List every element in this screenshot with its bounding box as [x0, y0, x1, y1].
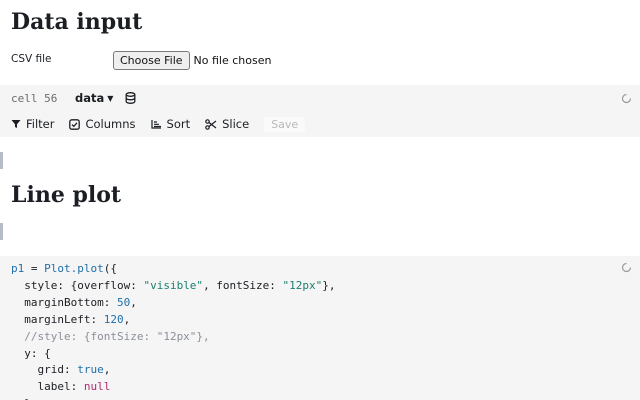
slice-button[interactable]: Slice: [205, 117, 249, 131]
code-line: style: {overflow: "visible", fontSize: "…: [11, 278, 336, 292]
code-line: y: {: [11, 347, 51, 360]
filter-button[interactable]: Filter: [11, 117, 54, 131]
caret-down-icon: ▼: [107, 93, 114, 103]
data-source-label: data: [75, 91, 105, 105]
cell-gutter-marker[interactable]: [0, 152, 3, 169]
database-icon[interactable]: [125, 92, 136, 104]
sort-label: Sort: [166, 117, 191, 131]
code-line: grid: true,: [11, 363, 110, 376]
slice-label: Slice: [222, 117, 250, 131]
code-line-6: y: {: [11, 346, 51, 360]
columns-label: Columns: [85, 117, 136, 131]
cell-gutter-marker[interactable]: [0, 223, 3, 240]
data-source-dropdown[interactable]: data ▼: [75, 91, 113, 105]
rerun-spinner-icon[interactable]: [621, 93, 632, 104]
csv-file-label: CSV file: [11, 52, 52, 65]
code-line-2: style: {overflow: "visible", fontSize: "…: [11, 278, 336, 292]
code-line-8: label: null: [11, 380, 111, 394]
code-line-1: p1 = Plot.plot({: [11, 262, 117, 275]
scissors-icon: [205, 118, 217, 130]
code-line-5: //style: {fontSize: "12px"},: [11, 329, 210, 343]
sort-icon: [150, 120, 161, 129]
data-table-cell: cell 56 data ▼ Filter Columns Sort Slice…: [0, 85, 640, 137]
filter-icon: [11, 120, 21, 128]
section-title-line-plot: Line plot: [11, 182, 122, 208]
checkbox-icon: [69, 118, 81, 130]
cell-header: cell 56 data ▼: [11, 90, 136, 106]
table-toolbar: Filter Columns Sort Slice Save: [11, 115, 306, 133]
code-line-3: marginBottom: 50,: [11, 295, 137, 309]
file-status-text: No file chosen: [193, 53, 272, 67]
code-line: //style: {fontSize: "12px"},: [11, 329, 210, 343]
sort-button[interactable]: Sort: [150, 117, 191, 131]
rerun-spinner-icon[interactable]: [621, 262, 632, 273]
code-line: marginLeft: 120,: [11, 313, 130, 326]
section-title-data-input: Data input: [11, 9, 143, 35]
code-line: label: null: [11, 380, 110, 393]
columns-button[interactable]: Columns: [69, 117, 136, 131]
cell-id-label: cell 56: [11, 91, 58, 105]
code-editor-cell[interactable]: p1 = Plot.plot({ style: {overflow: "visi…: [0, 256, 640, 400]
choose-file-button[interactable]: Choose File: [113, 50, 190, 70]
filter-label: Filter: [26, 117, 55, 131]
code-line: p1 = Plot.plot({: [11, 262, 117, 275]
csv-file-input-row: CSV file Choose File No file chosen: [11, 50, 271, 70]
save-button[interactable]: Save: [264, 116, 306, 132]
code-line: marginBottom: 50,: [11, 296, 137, 309]
notebook-page: Data input CSV file Choose File No file …: [0, 0, 640, 400]
code-line-4: marginLeft: 120,: [11, 312, 131, 326]
code-line-7: grid: true,: [11, 363, 111, 377]
code-block[interactable]: p1 = Plot.plot({ style: {overflow: "visi…: [11, 261, 336, 400]
